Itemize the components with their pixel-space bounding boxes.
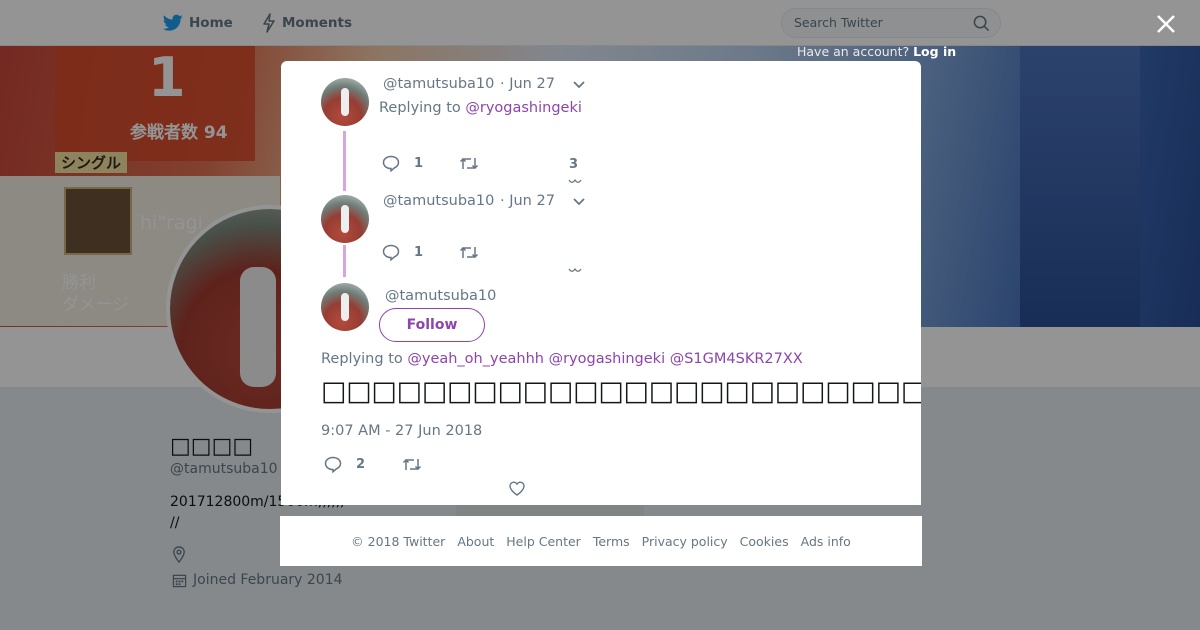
heart-icon[interactable] [568,179,582,185]
main-replying-to: Replying to @yeah_oh_yeahhh @ryogashinge… [321,351,803,367]
tweet-handle[interactable]: @tamutsuba10 [383,76,494,92]
replying-to-mention[interactable]: @ryogashingeki [465,100,582,116]
follow-button[interactable]: Follow [379,308,485,342]
tweet-date[interactable]: · Jun 27 [500,76,555,92]
tweet-avatar[interactable] [321,195,369,243]
reply-count: 1 [414,245,424,260]
footer-link-ads-info[interactable]: Ads info [801,534,851,549]
replying-to-label: Replying to [379,100,461,116]
chevron-down-icon[interactable] [572,197,586,207]
heart-icon[interactable] [509,481,525,496]
main-tweet-timestamp[interactable]: 9:07 AM - 27 Jun 2018 [321,423,482,439]
tweet-avatar[interactable] [321,78,369,126]
like-count[interactable]: 3 [569,157,578,172]
main-tweet-avatar[interactable] [321,283,369,331]
main-reply-action[interactable]: 2 [324,456,365,473]
retweet-icon[interactable] [402,457,422,472]
footer-link-cookies[interactable]: Cookies [740,534,789,549]
footer-link-privacy[interactable]: Privacy policy [642,534,728,549]
main-tweet-text: □□□□□□□□□□□□□□□□□□□□□□□□□□□□□□□□□□□□w [321,376,921,407]
footer-link-help-center[interactable]: Help Center [506,534,581,549]
thread-connector [343,245,346,277]
footer: © 2018 Twitter About Help Center Terms P… [280,516,922,566]
reply-action[interactable]: 1 [382,244,423,261]
mention-link[interactable]: @ryogashingeki [549,351,666,367]
tweet-date[interactable]: · Jun 27 [500,193,555,209]
mention-link[interactable]: @yeah_oh_yeahhh [407,351,544,367]
mention-link[interactable]: @S1GM4SKR27XX [670,351,803,367]
retweet-icon[interactable] [459,156,479,171]
close-icon[interactable] [1154,12,1178,36]
login-prompt: Have an account? [797,44,910,59]
replying-to: Replying to @ryogashingeki [379,100,582,116]
reply-action[interactable]: 1 [382,155,423,172]
reply-icon [324,456,342,473]
tweet-modal: @tamutsuba10 · Jun 27 Replying to @ryoga… [281,61,921,505]
footer-copyright: © 2018 Twitter [351,533,446,549]
login-hint: Have an account? Log in [797,44,956,59]
main-tweet-handle[interactable]: @tamutsuba10 [385,288,496,304]
reply-count: 1 [414,156,424,171]
replying-to-label: Replying to [321,351,403,367]
login-link[interactable]: Log in [913,44,956,59]
retweet-icon[interactable] [459,245,479,260]
thread-connector [343,131,346,191]
chevron-down-icon[interactable] [572,80,586,90]
reply-icon [382,155,400,172]
footer-link-terms[interactable]: Terms [593,534,630,549]
heart-icon[interactable] [568,268,582,274]
footer-link-about[interactable]: About [457,534,494,549]
reply-count: 2 [356,457,366,472]
tweet-handle[interactable]: @tamutsuba10 [383,193,494,209]
reply-icon [382,244,400,261]
